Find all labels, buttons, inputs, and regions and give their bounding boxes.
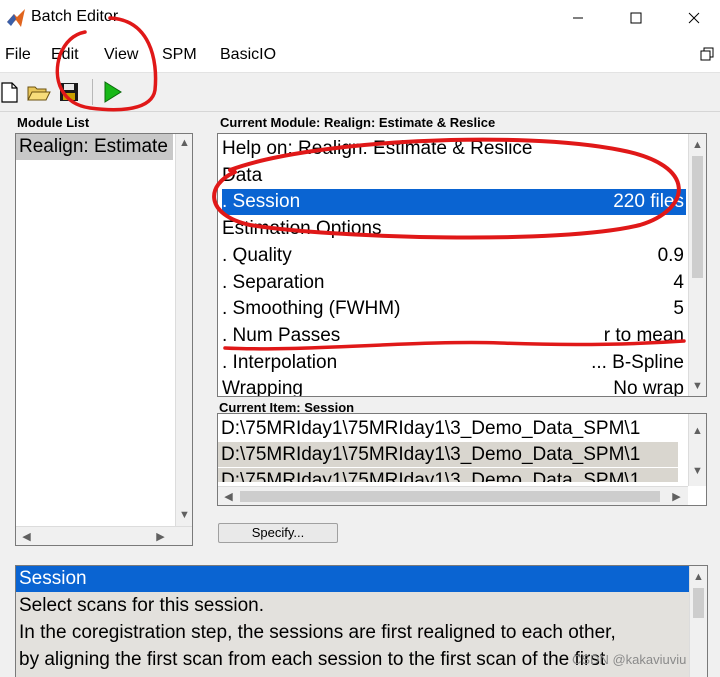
option-label: Data [222,164,263,186]
matlab-logo-icon [7,9,25,27]
option-value: No wrap [613,378,684,397]
scroll-left-icon[interactable]: ◀ [18,528,35,545]
module-list[interactable]: Realign: Estimate & Reslice ▲ ▼ ◀ ▶ [15,133,193,546]
scroll-left-icon[interactable]: ◀ [220,488,237,505]
option-value: 5 [673,298,684,320]
option-label: Wrapping [222,378,303,397]
menu-view[interactable]: View [104,45,138,65]
scroll-up-icon[interactable]: ▲ [689,136,706,153]
help-line: In the coregistration step, the sessions… [19,622,616,643]
watermark: CSDN @kakaviuviu [572,652,687,667]
scroll-down-icon[interactable]: ▼ [689,377,706,394]
scroll-down-icon[interactable]: ▼ [689,462,706,479]
option-value: 0.9 [657,244,684,266]
current-module-vscrollbar[interactable]: ▲ ▼ [688,134,706,396]
scroll-thumb[interactable] [693,588,704,618]
toolbar-separator [92,79,93,105]
module-option-row[interactable]: Wrapping No wrap [222,376,686,397]
maximize-button[interactable] [608,0,664,36]
scroll-right-icon[interactable]: ▶ [152,528,169,545]
help-title-bar [16,566,689,592]
option-label: Estimation Options [222,218,382,240]
close-button[interactable] [666,0,720,36]
current-module-label: Current Module: Realign: Estimate & Resl… [220,115,496,130]
maximize-icon [630,12,642,24]
run-button[interactable] [99,79,125,105]
option-label: . Session [222,191,301,213]
menu-edit[interactable]: Edit [51,45,79,65]
scroll-down-icon[interactable]: ▼ [176,506,192,523]
module-option-row[interactable]: Help on: Realign: Estimate & Reslice [222,136,686,162]
minimize-button[interactable] [550,0,606,36]
option-label: Help on: Realign: Estimate & Reslice [222,138,533,159]
scroll-right-icon[interactable]: ▶ [668,488,685,505]
list-item[interactable]: D:\75MRIday1\75MRIday1\3_Demo_Data_SPM\1 [218,442,678,467]
current-item-list[interactable]: D:\75MRIday1\75MRIday1\3_Demo_Data_SPM\1… [217,413,707,506]
option-label: . Smoothing (FWHM) [222,298,401,320]
list-item[interactable]: D:\75MRIday1\75MRIday1\3_Demo_Data_SPM\1 [218,468,678,482]
option-value: r to mean [603,324,684,346]
option-value: 220 files [613,191,684,213]
open-button[interactable] [25,79,51,105]
module-option-row[interactable]: . Session 220 files [222,189,686,216]
help-line: by aligning the first scan from each ses… [19,649,606,670]
module-option-row[interactable]: Estimation Options [222,216,686,242]
scroll-up-icon[interactable]: ▲ [690,568,707,585]
module-option-row[interactable]: . Quality 0.9 [222,243,686,269]
module-option-row[interactable]: . Smoothing (FWHM) 5 [222,296,686,322]
specify-button[interactable]: Specify... [218,523,338,543]
module-list-label: Module List [17,115,90,130]
option-value: ... B-Spline [591,351,684,373]
module-list-vscrollbar[interactable]: ▲ ▼ [175,134,192,526]
menu-file[interactable]: File [5,45,31,65]
new-file-icon [1,82,18,103]
menu-basicio[interactable]: BasicIO [220,45,276,65]
option-label: . Interpolation [222,351,338,373]
close-icon [688,12,700,24]
option-label: . Quality [222,244,292,266]
minimize-icon [573,17,583,19]
module-list-item[interactable]: Realign: Estimate & Reslice [16,134,173,160]
restore-figure-icon[interactable] [700,47,714,61]
scroll-up-icon[interactable]: ▲ [689,422,706,439]
module-option-row[interactable]: . Separation 4 [222,270,686,296]
option-label: . Num Passes [222,324,341,346]
module-list-hscrollbar[interactable]: ◀ ▶ [16,526,192,545]
scroll-up-icon[interactable]: ▲ [176,134,192,151]
current-module-list[interactable]: Help on: Realign: Estimate & Reslice Data… [217,133,707,397]
scroll-thumb[interactable] [240,491,660,502]
module-option-row[interactable]: Data [222,163,686,189]
current-item-hscrollbar[interactable]: ◀ ▶ [218,486,688,505]
option-label: . Separation [222,271,325,293]
list-item[interactable]: D:\75MRIday1\75MRIday1\3_Demo_Data_SPM\1 [218,416,678,441]
save-icon [60,83,78,101]
help-line: Select scans for this session. [19,595,264,616]
scroll-thumb[interactable] [692,156,703,278]
current-item-vscrollbar[interactable]: ▲ ▼ [688,414,706,486]
run-icon [104,81,122,103]
module-option-row[interactable]: . Num Passes r to mean [222,323,686,349]
menu-spm[interactable]: SPM [162,45,197,65]
new-button[interactable] [0,79,22,105]
help-vscrollbar[interactable]: ▲ [689,566,707,677]
option-value: 4 [673,271,684,293]
window-title: Batch Editor [31,8,119,25]
help-title: Session [19,568,87,589]
module-option-row[interactable]: . Interpolation ... B-Spline [222,350,686,376]
open-folder-icon [27,86,51,101]
save-button[interactable] [56,79,82,105]
